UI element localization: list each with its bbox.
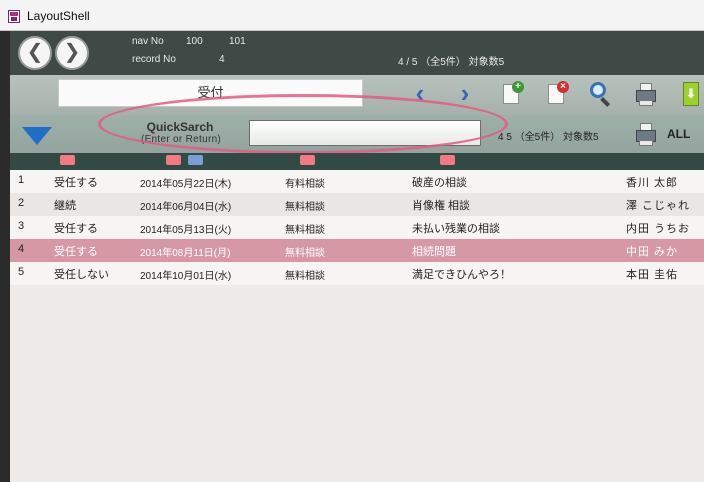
record-no: 4 — [18, 243, 25, 255]
next-record-icon[interactable]: › — [456, 80, 474, 107]
found-count: 4 / 5 （全5件） 対象数5 — [398, 57, 505, 68]
record-subject: 相続問題 — [412, 246, 456, 258]
record-no: 1 — [18, 174, 25, 186]
plus-badge: + — [512, 81, 524, 93]
record-subject: 肖像権 相談 — [412, 200, 471, 212]
forward-button[interactable]: ❯ — [55, 36, 89, 70]
sort-date-icon[interactable] — [166, 155, 181, 165]
search-icon[interactable] — [588, 81, 614, 107]
expand-triangle-icon[interactable] — [22, 127, 52, 145]
record-person: 中田 みか — [626, 246, 679, 258]
sort-date-desc-icon[interactable] — [188, 155, 203, 165]
nav-no-label: nav No — [132, 36, 164, 47]
record-subject: 破産の相談 — [412, 177, 467, 189]
x-badge: × — [557, 81, 569, 93]
record-no: 5 — [18, 266, 25, 278]
layout-selector[interactable]: 受付 — [58, 79, 363, 107]
sort-status-icon[interactable] — [60, 155, 75, 165]
list-item[interactable]: 5 受任しない 2014年10月01日(水) 無料相談 満足できひんやろ！ 本田… — [10, 262, 704, 285]
download-arrow: ⬇ — [685, 86, 697, 101]
title-bar: LayoutShell — [0, 0, 704, 31]
printer-tray — [639, 140, 653, 146]
record-date: 2014年05月13日(火) — [140, 225, 232, 236]
window-title: LayoutShell — [27, 9, 90, 23]
record-date: 2014年05月22日(木) — [140, 179, 232, 190]
app-window: LayoutShell ❮ ❯ nav No 100 101 record No… — [0, 0, 704, 482]
show-all-button[interactable]: ALL — [667, 127, 690, 141]
download-icon[interactable]: ⬇ — [678, 81, 704, 107]
record-status: 受任しない — [54, 269, 109, 281]
prev-record-icon[interactable]: ‹ — [411, 80, 429, 107]
record-status: 受任する — [54, 246, 98, 258]
magnifier-lens — [590, 82, 606, 98]
list-item-selected[interactable]: 4 受任する 2014年08月11日(月) 無料相談 相続問題 中田 みか — [10, 239, 704, 262]
print-list-icon[interactable] — [634, 121, 660, 147]
record-person: 本田 圭佑 — [626, 269, 679, 281]
printer-tray — [639, 100, 653, 106]
record-type: 無料相談 — [285, 225, 325, 236]
new-record-icon[interactable]: + — [499, 81, 525, 107]
record-type: 有料相談 — [285, 179, 325, 190]
download-box: ⬇ — [683, 82, 699, 106]
record-type: 無料相談 — [285, 271, 325, 282]
record-no: 2 — [18, 197, 25, 209]
window-frame-left — [0, 31, 10, 482]
search-result-count: 4 5 （全5件） 対象数5 — [498, 132, 599, 143]
record-person: 香川 太郎 — [626, 177, 679, 189]
nav-no-from: 100 — [186, 36, 203, 47]
record-date: 2014年10月01日(水) — [140, 271, 232, 282]
record-status: 継続 — [54, 200, 76, 212]
record-subject: 満足できひんやろ！ — [412, 269, 511, 281]
record-person: 内田 うちお — [626, 223, 691, 235]
record-status: 受任する — [54, 223, 98, 235]
navigation-header: ❮ ❯ nav No 100 101 record No 4 4 / 5 （全5… — [10, 31, 704, 75]
record-subject: 未払い残業の相談 — [412, 223, 500, 235]
quick-search-row: QuickSarch (Enter or Return) 4 5 （全5件） 対… — [10, 94, 704, 154]
record-person: 澤 こじゃれ — [626, 200, 691, 212]
record-date: 2014年08月11日(月) — [140, 248, 231, 259]
record-date: 2014年06月04日(水) — [140, 202, 232, 213]
record-type: 無料相談 — [285, 202, 325, 213]
record-list: 1 受任する 2014年05月22日(木) 有料相談 破産の相談 香川 太郎 2… — [10, 170, 704, 482]
quick-search-input[interactable] — [249, 120, 481, 146]
app-icon — [8, 10, 20, 23]
record-type: 無料相談 — [285, 248, 325, 259]
sort-subject-icon[interactable] — [440, 155, 455, 165]
record-status: 受任する — [54, 177, 98, 189]
list-item[interactable]: 2 継続 2014年06月04日(水) 無料相談 肖像権 相談 澤 こじゃれ — [10, 193, 704, 216]
record-no-value: 4 — [219, 54, 225, 65]
toolbar: 受付 ‹ › + × ⬇ — [10, 75, 704, 115]
record-no: 3 — [18, 220, 25, 232]
sort-type-icon[interactable] — [300, 155, 315, 165]
nav-no-to: 101 — [229, 36, 246, 47]
back-button[interactable]: ❮ — [18, 36, 52, 70]
printer-icon[interactable] — [634, 81, 660, 107]
record-no-label: record No — [132, 54, 176, 65]
column-header-strip — [10, 153, 704, 170]
list-item[interactable]: 1 受任する 2014年05月22日(木) 有料相談 破産の相談 香川 太郎 — [10, 170, 704, 193]
list-item[interactable]: 3 受任する 2014年05月13日(火) 無料相談 未払い残業の相談 内田 う… — [10, 216, 704, 239]
quick-search-label: QuickSarch — [146, 120, 214, 134]
magnifier-handle — [600, 97, 611, 107]
quick-search-hint: (Enter or Return) — [140, 134, 222, 145]
delete-record-icon[interactable]: × — [544, 81, 570, 107]
